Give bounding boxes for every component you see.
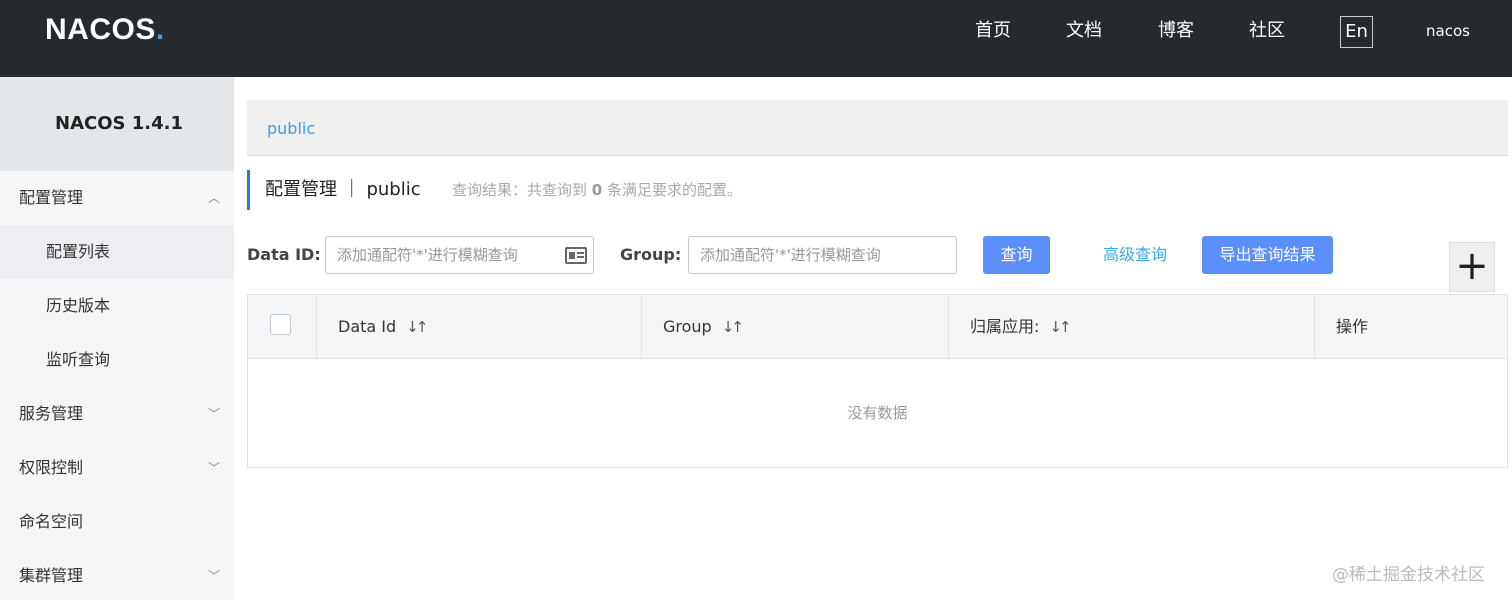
id-card-icon[interactable] (565, 247, 587, 264)
column-header-group[interactable]: Group ↓↑ (641, 295, 948, 358)
query-result-suffix: 条满足要求的配置。 (607, 181, 743, 199)
query-result-count: 0 (591, 181, 603, 199)
sidebar-item-label: 历史版本 (46, 296, 111, 315)
group-label: Group: (620, 245, 682, 264)
plus-icon: + (1455, 243, 1489, 289)
sidebar-item-label: 命名空间 (19, 512, 84, 531)
nav-community[interactable]: 社区 (1249, 0, 1285, 62)
column-label: 归属应用: (970, 317, 1040, 336)
data-id-field (325, 236, 594, 274)
column-label: Group (663, 317, 712, 336)
column-header-data-id[interactable]: Data Id ↓↑ (316, 295, 641, 358)
nav-home[interactable]: 首页 (975, 0, 1011, 62)
sidebar-item-label: 权限控制 (19, 458, 84, 477)
sidebar-item-label: 配置管理 (19, 188, 84, 207)
column-label: 操作 (1336, 317, 1369, 336)
sidebar-item-access-control[interactable]: 权限控制 ﹀ (0, 441, 234, 495)
sidebar-item-label: 服务管理 (19, 404, 84, 423)
nav-blog[interactable]: 博客 (1158, 0, 1194, 62)
sidebar-item-label: 监听查询 (46, 350, 111, 369)
chevron-down-icon: ﹀ (207, 461, 220, 475)
query-button[interactable]: 查询 (983, 236, 1050, 274)
sidebar: NACOS 1.4.1 配置管理 ︿ 配置列表 历史版本 监听查询 服务管理 ﹀… (0, 77, 234, 600)
language-switch-button[interactable]: En (1340, 16, 1373, 48)
logo-text-2: COS (89, 13, 156, 46)
page-title: 配置管理 ｜ public (265, 179, 421, 200)
sort-icon[interactable]: ↓↑ (406, 296, 428, 359)
sidebar-item-service-management[interactable]: 服务管理 ﹀ (0, 387, 234, 441)
group-input[interactable] (689, 237, 919, 273)
page-title-bar: 配置管理 ｜ public 查询结果：共查询到 0 条满足要求的配置。 (247, 170, 742, 210)
sidebar-item-cluster-management[interactable]: 集群管理 ﹀ (0, 549, 234, 603)
column-header-actions: 操作 (1314, 295, 1507, 358)
column-label: Data Id (338, 317, 397, 336)
sidebar-item-namespace[interactable]: 命名空间 (0, 495, 234, 549)
sidebar-brand: NACOS 1.4.1 (0, 77, 234, 171)
top-navbar: NACOS. 首页 文档 博客 社区 En nacos (0, 0, 1512, 77)
group-field (688, 236, 957, 274)
add-config-button[interactable]: + (1449, 242, 1495, 292)
sort-icon[interactable]: ↓↑ (1049, 296, 1071, 359)
sidebar-item-config-management[interactable]: 配置管理 ︿ (0, 171, 234, 225)
user-name[interactable]: nacos (1426, 0, 1470, 62)
chevron-down-icon: ﹀ (207, 407, 220, 421)
sort-icon[interactable]: ↓↑ (722, 296, 744, 359)
empty-table-message: 没有数据 (847, 404, 908, 422)
select-all-column (248, 295, 316, 358)
config-table: Data Id ↓↑ Group ↓↑ 归属应用: ↓↑ 操作 没有数据 (247, 294, 1508, 468)
advanced-query-link[interactable]: 高级查询 (1103, 236, 1167, 274)
query-result-prefix: 查询结果：共查询到 (452, 181, 588, 199)
logo-text-1: NA (45, 13, 90, 46)
export-results-button[interactable]: 导出查询结果 (1202, 236, 1333, 274)
chevron-down-icon: ﹀ (207, 569, 220, 583)
namespace-public-link[interactable]: public (267, 100, 315, 158)
column-header-app[interactable]: 归属应用: ↓↑ (948, 295, 1314, 358)
sidebar-item-config-list[interactable]: 配置列表 (0, 225, 234, 279)
sidebar-item-listener-query[interactable]: 监听查询 (0, 333, 234, 387)
logo-dot: . (155, 13, 165, 46)
watermark: @稀土掘金技术社区 (1332, 565, 1485, 585)
nacos-logo[interactable]: NACOS. (45, 14, 165, 46)
table-header: Data Id ↓↑ Group ↓↑ 归属应用: ↓↑ 操作 (248, 295, 1507, 359)
sidebar-item-label: 配置列表 (46, 242, 111, 261)
data-id-input[interactable] (326, 237, 556, 273)
query-result-text: 查询结果：共查询到 0 条满足要求的配置。 (452, 170, 742, 210)
namespace-bar: public (247, 100, 1508, 156)
data-id-label: Data ID: (247, 245, 321, 264)
chevron-up-icon: ︿ (207, 191, 220, 205)
sidebar-item-label: 集群管理 (19, 566, 84, 585)
nav-docs[interactable]: 文档 (1066, 0, 1102, 62)
select-all-checkbox[interactable] (270, 314, 291, 335)
sidebar-item-history[interactable]: 历史版本 (0, 279, 234, 333)
